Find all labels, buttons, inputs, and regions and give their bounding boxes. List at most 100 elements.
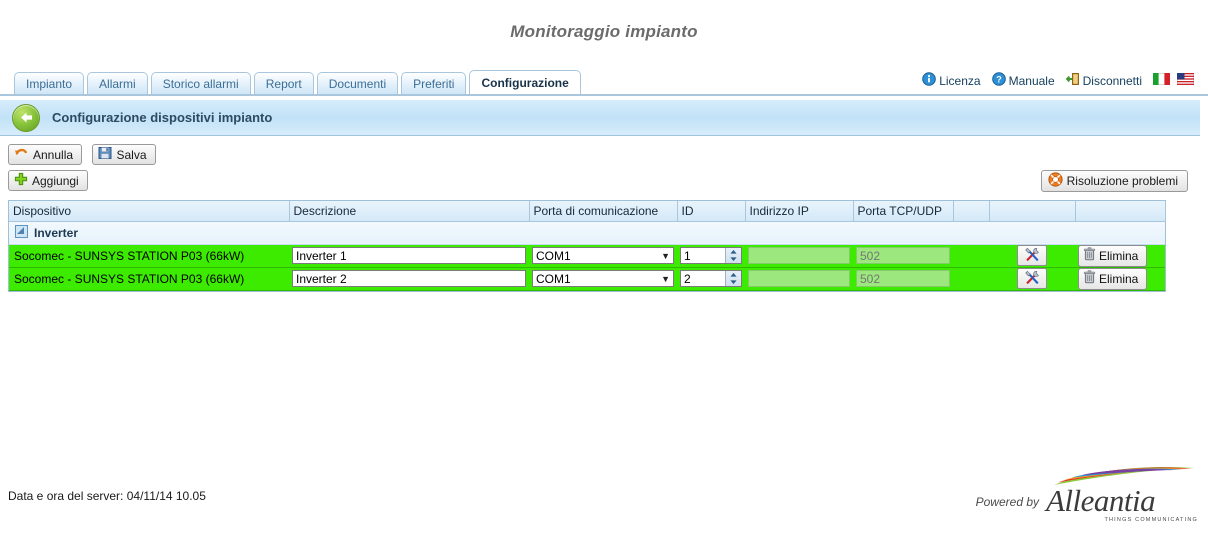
tab-impianto[interactable]: Impianto: [14, 72, 85, 94]
col-indirizzo-ip[interactable]: Indirizzo IP: [745, 201, 854, 222]
plus-icon: [14, 172, 28, 189]
config-cell: [989, 244, 1075, 268]
spacer-cell-1: [953, 244, 989, 268]
configure-device-button[interactable]: [1017, 268, 1047, 289]
ip-cell: [745, 267, 853, 291]
description-input[interactable]: [292, 247, 526, 264]
logout-link[interactable]: Disconnetti: [1065, 72, 1142, 89]
add-button[interactable]: Aggiungi: [8, 170, 88, 191]
tab-configurazione[interactable]: Configurazione: [469, 70, 581, 94]
save-button[interactable]: Salva: [92, 144, 156, 165]
spinner-arrows-icon[interactable]: [725, 271, 741, 286]
col-descrizione[interactable]: Descrizione: [289, 201, 530, 222]
table-row: Socomec - SUNSYS STATION P03 (66kW) COM1…: [9, 244, 1165, 268]
manual-label: Manuale: [1008, 73, 1055, 88]
id-stepper[interactable]: 2: [680, 270, 742, 287]
chevron-down-icon: ▼: [661, 250, 670, 261]
tab-report[interactable]: Report: [253, 72, 314, 94]
tab-allarmi[interactable]: Allarmi: [87, 72, 148, 94]
info-icon: [922, 72, 937, 89]
save-label: Salva: [116, 147, 147, 162]
manual-link[interactable]: ? Manuale: [991, 72, 1055, 89]
ip-cell: [745, 244, 853, 268]
delete-label: Elimina: [1099, 248, 1139, 263]
col-dispositivo[interactable]: Dispositivo: [9, 201, 290, 222]
tab-bar: Impianto Allarmi Storico allarmi Report …: [0, 70, 1208, 96]
troubleshoot-label: Risoluzione problemi: [1066, 174, 1178, 188]
col-blank-1: [953, 201, 990, 222]
tools-icon: [1024, 247, 1041, 265]
id-value: 2: [684, 271, 691, 286]
table-row: Socomec - SUNSYS STATION P03 (66kW) COM1…: [9, 267, 1165, 291]
tcp-port-cell: [853, 244, 953, 268]
cancel-button[interactable]: Annulla: [8, 144, 83, 165]
footer-logo: Powered by Alleantia THINGS COMMUNICATIN…: [976, 466, 1198, 523]
col-blank-2: [989, 201, 1076, 222]
ip-input: [748, 247, 850, 264]
tab-documenti[interactable]: Documenti: [316, 72, 399, 94]
tab-list: Impianto Allarmi Storico allarmi Report …: [14, 70, 584, 94]
comm-port-value: COM1: [536, 271, 571, 286]
configure-device-button[interactable]: [1017, 245, 1047, 266]
brand-name: Alleantia: [1046, 483, 1156, 518]
back-arrow-icon: [20, 112, 32, 123]
id-stepper[interactable]: 1: [680, 247, 742, 264]
description-cell: [289, 267, 529, 291]
trash-icon: [1083, 270, 1096, 287]
italian-flag-icon[interactable]: [1152, 72, 1171, 88]
svg-text:?: ?: [996, 74, 1002, 84]
group-row-inverter[interactable]: Inverter: [9, 221, 1165, 245]
cancel-label: Annulla: [33, 147, 74, 162]
add-label: Aggiungi: [32, 173, 79, 188]
delete-cell: Elimina: [1075, 267, 1165, 291]
comm-port-value: COM1: [536, 248, 571, 263]
comm-port-select[interactable]: COM1 ▼: [532, 270, 674, 287]
delete-cell: Elimina: [1075, 244, 1165, 268]
description-input[interactable]: [292, 270, 526, 287]
delete-button[interactable]: Elimina: [1078, 267, 1148, 289]
us-flag-icon[interactable]: [1176, 72, 1195, 88]
chevron-down-icon: ▼: [661, 273, 670, 284]
description-cell: [289, 244, 529, 268]
alleantia-logo: Alleantia THINGS COMMUNICATING: [1046, 466, 1198, 523]
troubleshoot-button[interactable]: Risoluzione problemi: [1040, 170, 1188, 192]
id-value: 1: [684, 248, 691, 263]
utility-links: Licenza ? Manuale Disconnetti: [915, 72, 1195, 89]
toolbar-primary: Annulla Salva: [8, 144, 162, 165]
device-name: Socomec - SUNSYS STATION P03 (66kW): [9, 244, 289, 268]
logout-door-icon: [1065, 72, 1080, 89]
comm-port-cell: COM1 ▼: [529, 267, 677, 291]
config-cell: [989, 267, 1075, 291]
col-porta-tcp-udp[interactable]: Porta TCP/UDP: [853, 201, 954, 222]
back-button[interactable]: [12, 103, 40, 132]
trash-icon: [1083, 247, 1096, 264]
section-title: Configurazione dispositivi impianto: [52, 110, 273, 125]
delete-label: Elimina: [1099, 271, 1139, 286]
tcp-port-input: [856, 270, 950, 287]
tcp-port-input: [856, 247, 950, 264]
tab-preferiti[interactable]: Preferiti: [401, 72, 467, 94]
devices-grid: Dispositivo Descrizione Porta di comunic…: [8, 200, 1166, 292]
powered-by-label: Powered by: [975, 495, 1039, 509]
license-link[interactable]: Licenza: [922, 72, 981, 89]
collapse-toggle-icon[interactable]: [15, 225, 28, 238]
comm-port-cell: COM1 ▼: [529, 244, 677, 268]
tab-storico-allarmi[interactable]: Storico allarmi: [150, 72, 251, 94]
question-mark-icon: ?: [991, 72, 1006, 89]
tcp-port-cell: [853, 267, 953, 291]
floppy-disk-icon: [98, 146, 112, 163]
license-label: Licenza: [939, 73, 981, 88]
devices-table: Dispositivo Descrizione Porta di comunic…: [9, 201, 1166, 291]
col-id[interactable]: ID: [677, 201, 746, 222]
ip-input: [748, 270, 850, 287]
comm-port-select[interactable]: COM1 ▼: [532, 247, 674, 264]
group-row-cell: Inverter: [9, 221, 1165, 245]
spinner-arrows-icon[interactable]: [725, 248, 741, 263]
id-cell: 2: [677, 267, 745, 291]
undo-arrow-icon: [14, 146, 29, 163]
col-porta-comunicazione[interactable]: Porta di comunicazione: [529, 201, 678, 222]
delete-button[interactable]: Elimina: [1078, 244, 1148, 266]
toolbar-secondary: Aggiungi: [8, 170, 94, 191]
device-name: Socomec - SUNSYS STATION P03 (66kW): [9, 267, 289, 291]
col-blank-3: [1075, 201, 1166, 222]
